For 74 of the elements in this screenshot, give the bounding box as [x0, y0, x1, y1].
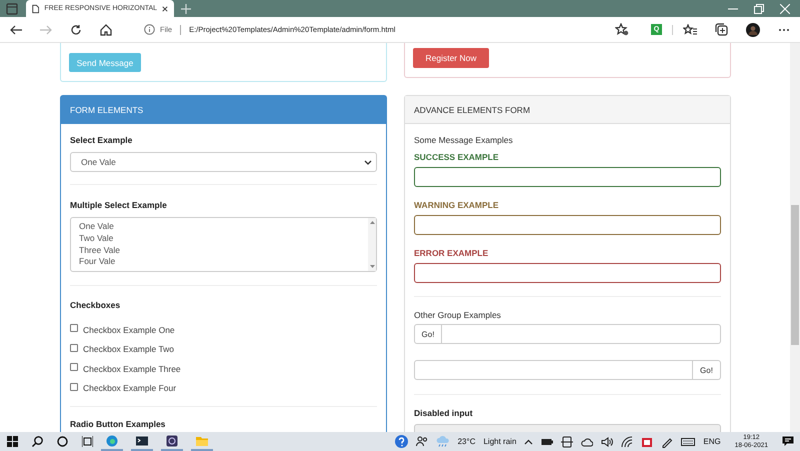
checkbox[interactable]	[70, 382, 78, 391]
new-tab-icon[interactable]	[181, 4, 191, 14]
panel-title: ADVANCE ELEMENTS FORM	[405, 96, 730, 124]
scrollbar-thumb[interactable]	[791, 205, 799, 345]
multi-select-list[interactable]: One Vale Two Vale Three Vale Four Vale	[70, 217, 377, 272]
info-icon	[144, 24, 155, 35]
language-indicator[interactable]: ENG	[703, 437, 721, 446]
speaker-icon[interactable]	[601, 436, 614, 448]
go-button[interactable]: Go!	[693, 360, 721, 380]
checkbox[interactable]	[70, 344, 78, 352]
field-label: Multiple Select Example	[70, 200, 168, 211]
search-icon[interactable]	[32, 436, 43, 447]
select-value: One Vale	[81, 157, 116, 167]
select-dropdown[interactable]: One Vale	[70, 152, 377, 172]
windows-start-icon[interactable]	[7, 436, 18, 447]
checkbox-label[interactable]: Checkbox Example Four	[83, 383, 176, 394]
scrollbar[interactable]	[368, 218, 376, 271]
text-field[interactable]	[414, 167, 721, 187]
page-scrollbar[interactable]	[790, 43, 800, 432]
restore-icon[interactable]	[754, 4, 764, 14]
app-window-icon[interactable]	[166, 434, 178, 446]
field-label: WARNING EXAMPLE	[414, 200, 500, 210]
favorites-icon[interactable]	[683, 24, 697, 36]
notification-icon[interactable]	[782, 436, 794, 447]
temperature-text: 23°C	[458, 437, 476, 446]
scroll-down-icon[interactable]	[370, 265, 374, 268]
collections-icon[interactable]	[715, 23, 728, 36]
section-label: Some Message Examples	[414, 135, 514, 146]
weather-text: Light rain	[483, 437, 516, 446]
go-button[interactable]: Go!	[414, 324, 442, 344]
checkbox[interactable]	[70, 324, 78, 332]
cloud-icon[interactable]	[581, 436, 594, 448]
field-label: Disabled input	[414, 408, 474, 419]
field-label: Select Example	[70, 135, 134, 146]
task-view-icon[interactable]	[82, 436, 93, 447]
wifi-icon[interactable]	[621, 436, 634, 448]
close-icon[interactable]	[162, 4, 168, 12]
text-field[interactable]	[414, 215, 721, 235]
section-label: Other Group Examples	[414, 310, 502, 321]
panel-title: FORM ELEMENTS	[61, 96, 386, 124]
terminal-app-icon[interactable]	[136, 434, 148, 446]
profile-avatar-icon[interactable]	[746, 22, 760, 36]
checkbox-label[interactable]: Checkbox Example One	[83, 324, 175, 335]
keyboard-icon[interactable]	[681, 436, 696, 448]
circle-icon[interactable]	[57, 436, 68, 447]
security-badge-icon[interactable]	[641, 436, 654, 448]
checkbox-label[interactable]: Checkbox Example Three	[83, 364, 181, 374]
help-icon[interactable]	[394, 435, 408, 448]
list-option[interactable]: Three Vale	[79, 244, 360, 256]
device-icon[interactable]	[561, 436, 574, 448]
tab-actions-icon[interactable]	[6, 2, 18, 14]
pen-icon[interactable]	[661, 436, 674, 448]
checkbox-label[interactable]: Checkbox Example Two	[83, 344, 174, 354]
scroll-up-icon[interactable]	[370, 221, 374, 224]
field-label: SUCCESS EXAMPLE	[414, 152, 500, 162]
back-icon[interactable]	[10, 24, 22, 34]
refresh-icon[interactable]	[70, 24, 82, 36]
list-option[interactable]: Four Vale	[79, 256, 360, 268]
people-icon[interactable]	[416, 436, 428, 447]
list-option[interactable]: One Vale	[79, 221, 360, 233]
section-label: Radio Button Examples	[70, 418, 166, 430]
home-icon[interactable]	[100, 24, 112, 36]
field-label: ERROR EXAMPLE	[414, 248, 490, 258]
register-now-button[interactable]: Register Now	[413, 48, 489, 68]
page-icon	[32, 2, 40, 14]
checkbox[interactable]	[70, 363, 78, 372]
text-field[interactable]	[414, 263, 721, 283]
browser-app-icon[interactable]	[106, 434, 118, 446]
chevron-down-icon	[364, 160, 372, 164]
more-icon[interactable]	[778, 28, 790, 32]
section-label: Checkboxes	[70, 300, 122, 311]
chevron-up-icon[interactable]	[524, 438, 534, 444]
list-option[interactable]: Two Vale	[79, 232, 360, 245]
favorite-add-icon[interactable]	[615, 23, 629, 36]
